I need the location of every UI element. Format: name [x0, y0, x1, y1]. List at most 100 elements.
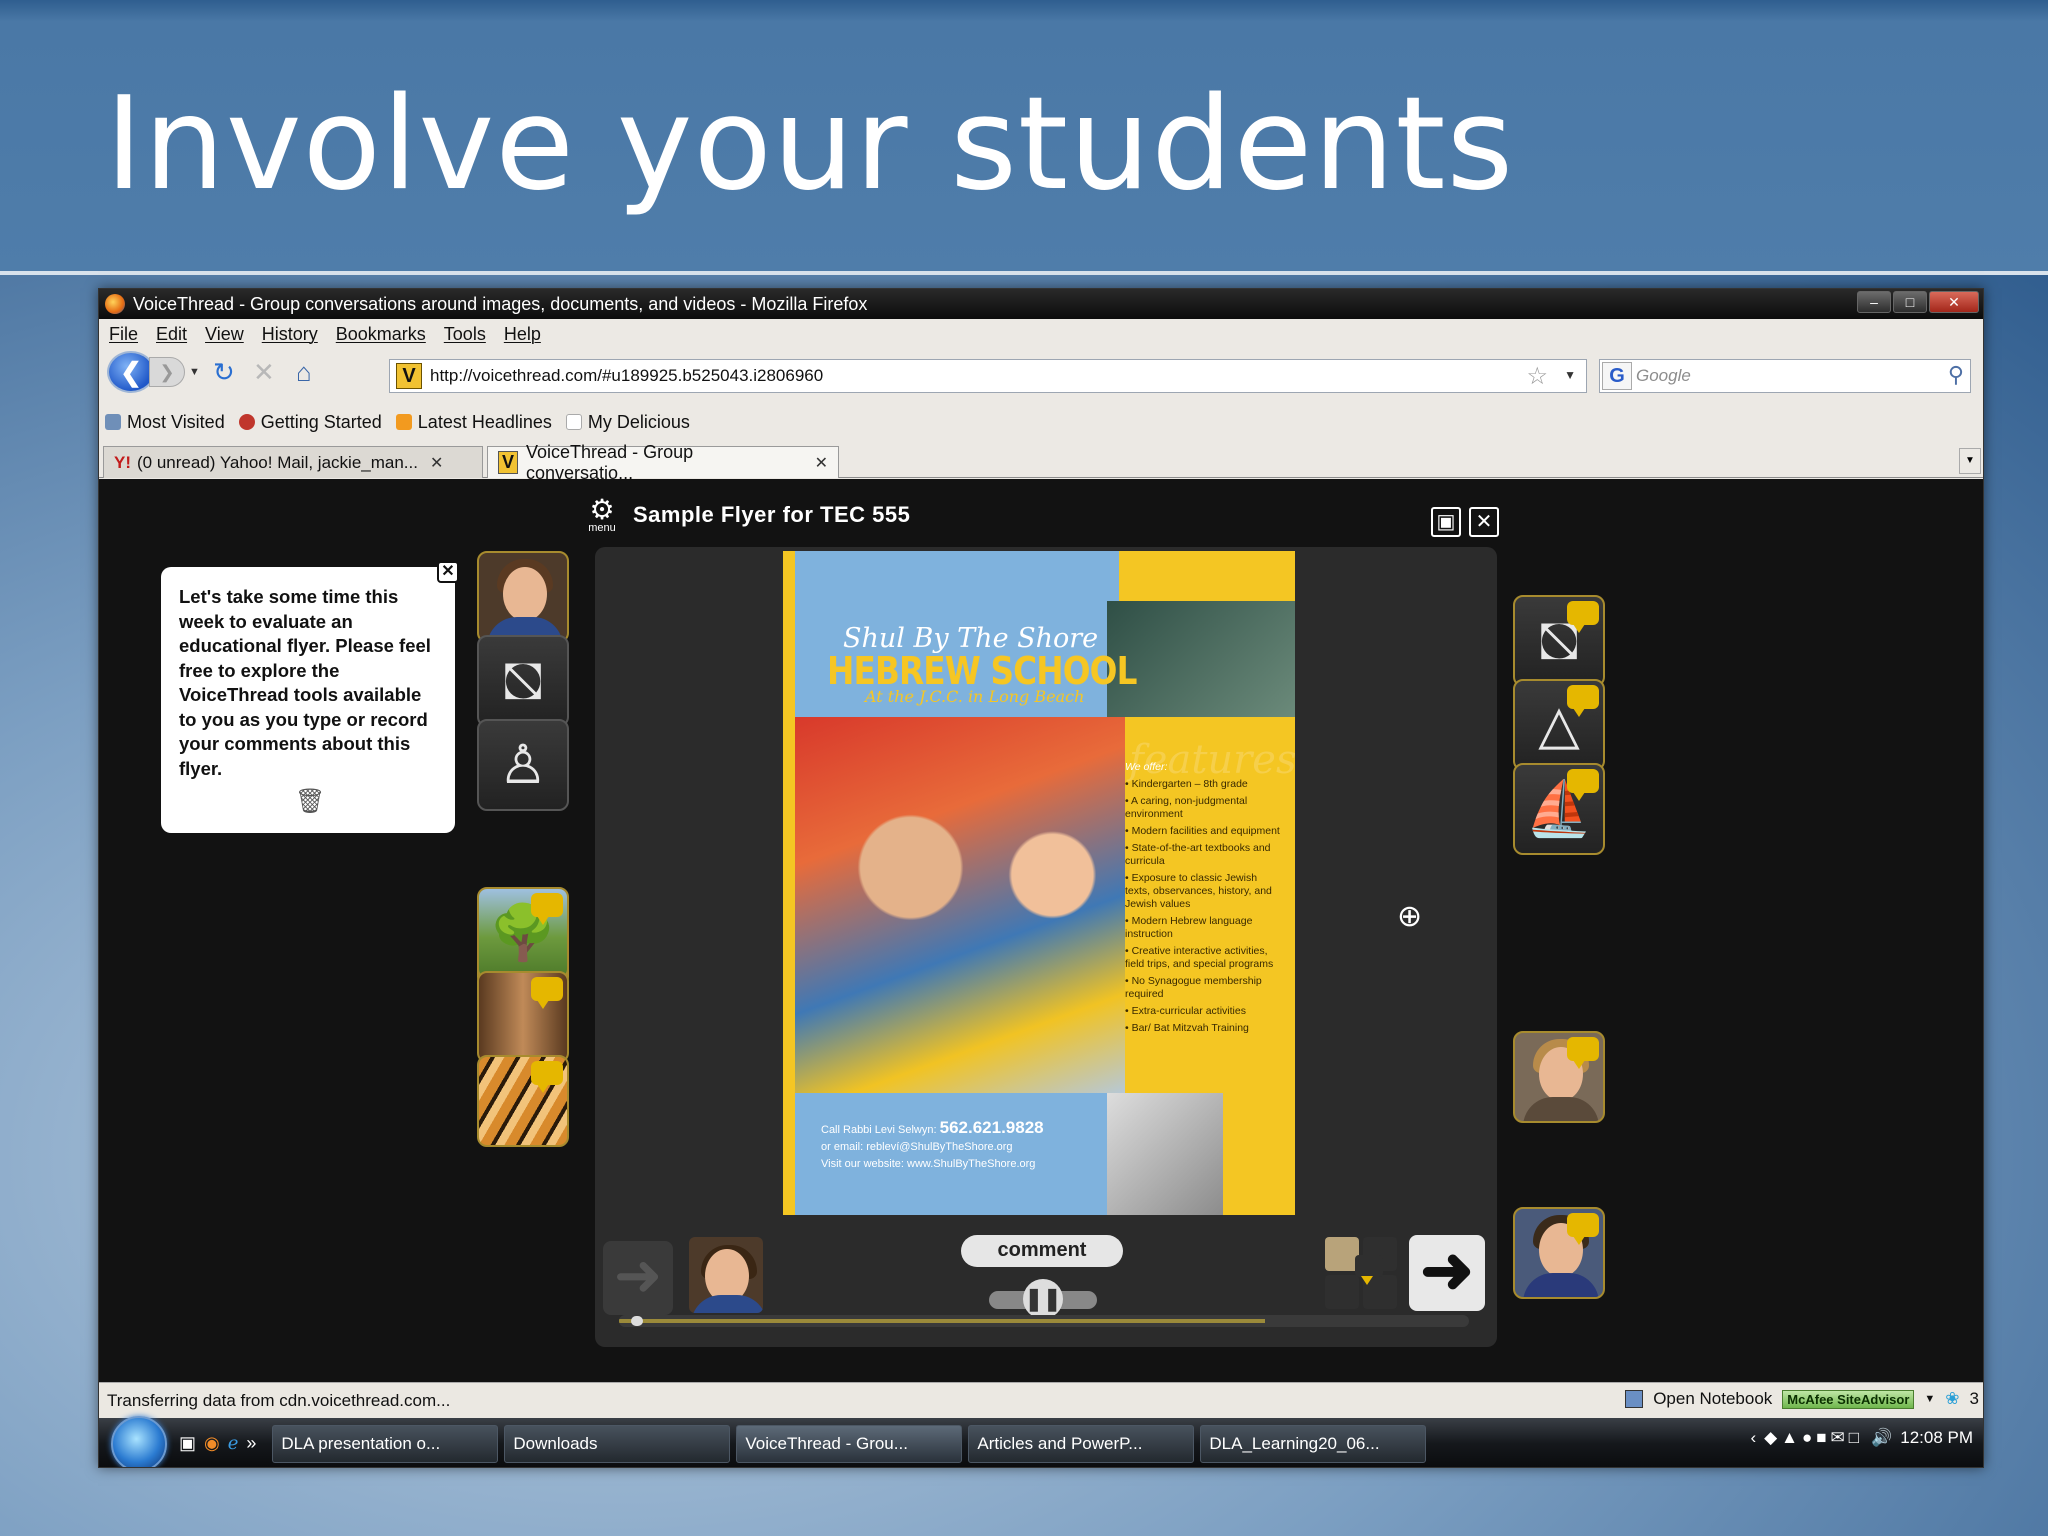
open-notebook-link[interactable]: Open Notebook — [1653, 1389, 1772, 1409]
menu-tools[interactable]: Tools — [444, 324, 486, 345]
start-button[interactable] — [111, 1415, 167, 1467]
current-commenter-avatar[interactable] — [689, 1237, 763, 1313]
comment-timeline[interactable] — [619, 1315, 1469, 1327]
avatar-right-thimble[interactable]: △ — [1513, 679, 1605, 771]
avatar-hat[interactable]: ⛞ — [477, 635, 569, 727]
flyer-phone: 562.621.9828 — [939, 1118, 1044, 1137]
taskbar-item[interactable]: Downloads — [504, 1424, 731, 1463]
taskbar-item[interactable]: DLA presentation o... — [272, 1424, 499, 1463]
voicethread-title: Sample Flyer for TEC 555 — [633, 502, 911, 527]
twitter-icon[interactable]: ❀ — [1945, 1389, 1959, 1409]
previous-slide-button[interactable]: ➜ — [603, 1241, 673, 1315]
menu-history[interactable]: History — [262, 324, 318, 345]
bookmark-star-icon[interactable]: ☆ — [1526, 362, 1548, 391]
search-bar[interactable]: G Google ⚲ — [1599, 359, 1971, 393]
menu-bookmarks[interactable]: Bookmarks — [336, 324, 426, 345]
forward-button[interactable]: ❯ — [149, 357, 185, 387]
bookmark-my-delicious[interactable]: My Delicious — [565, 412, 690, 433]
avatar-shirt — [1523, 1273, 1599, 1297]
volume-icon[interactable]: 🔊 — [1871, 1428, 1892, 1448]
mcafee-siteadvisor-button[interactable]: McAfee SiteAdvisor — [1782, 1389, 1915, 1409]
bookmark-getting-started[interactable]: Getting Started — [238, 412, 382, 433]
fullscreen-icon[interactable]: ▣ — [1431, 507, 1461, 537]
close-thread-icon[interactable]: ✕ — [1469, 507, 1499, 537]
flyer-photo-book — [1107, 1093, 1223, 1215]
thumbnail-grid[interactable] — [1325, 1237, 1397, 1311]
url-dropdown-icon[interactable]: ▼ — [1564, 368, 1576, 382]
avatar-tree[interactable]: 🌳 — [477, 887, 569, 979]
stop-icon[interactable]: ✕ — [248, 356, 280, 388]
window-controls: – □ ✕ — [1857, 291, 1979, 313]
firefox-icon[interactable]: ◉ — [204, 1433, 220, 1454]
search-input[interactable]: Google — [1636, 366, 1691, 386]
status-text: Transferring data from cdn.voicethread.c… — [107, 1390, 451, 1410]
close-tab-icon[interactable]: ✕ — [430, 453, 443, 473]
comment-button[interactable]: comment — [961, 1235, 1123, 1267]
thumbnail[interactable] — [1325, 1237, 1359, 1271]
tab-label: VoiceThread - Group conversatio... — [526, 441, 694, 483]
flyer-we-offer: We offer: — [1125, 761, 1168, 773]
menu-help[interactable]: Help — [504, 324, 541, 345]
more-chevron-icon[interactable]: » — [246, 1433, 256, 1454]
voicethread-icon: V — [498, 451, 519, 474]
url-bar[interactable]: V http://voicethread.com/#u189925.b52504… — [389, 359, 1587, 393]
avatar-corridor[interactable] — [477, 971, 569, 1063]
flyer-web-label: Visit our website: — [821, 1158, 904, 1170]
home-icon[interactable]: ⌂ — [288, 356, 320, 388]
minimize-button[interactable]: – — [1857, 291, 1891, 313]
show-desktop-icon[interactable]: ▣ — [179, 1433, 196, 1454]
close-comment-icon[interactable]: ✕ — [437, 561, 459, 583]
tab-voicethread[interactable]: V VoiceThread - Group conversatio... ✕ — [487, 442, 839, 483]
history-dropdown-icon[interactable]: ▼ — [189, 366, 200, 378]
window-titlebar: VoiceThread - Group conversations around… — [99, 289, 1983, 319]
close-window-button[interactable]: ✕ — [1929, 291, 1979, 313]
ie-icon[interactable]: ℯ — [228, 1433, 239, 1454]
pause-icon[interactable]: ❚❚ — [1023, 1279, 1063, 1319]
avatar-shirt — [1523, 1097, 1599, 1121]
flyer-image[interactable]: Shul By The Shore HEBREW SCHOOL At the J… — [783, 551, 1295, 1215]
avatar-right-commenter-1[interactable] — [1513, 1031, 1605, 1123]
comment-bubble-icon — [1567, 685, 1599, 717]
menu-edit[interactable]: Edit — [156, 324, 187, 345]
taskbar-item[interactable]: VoiceThread - Grou... — [736, 1424, 963, 1463]
bookmark-label: Most Visited — [127, 411, 225, 432]
tray-icons[interactable]: ◆▲●■✉□ — [1764, 1428, 1863, 1448]
bookmark-latest-headlines[interactable]: Latest Headlines — [395, 411, 552, 433]
clock[interactable]: 12:08 PM — [1900, 1428, 1973, 1448]
avatar-right-boat[interactable]: ⛵ — [1513, 763, 1605, 855]
thumbnail[interactable] — [1325, 1275, 1359, 1309]
avatar-pawn[interactable]: ♙ — [477, 719, 569, 811]
zoom-in-icon[interactable]: ⊕ — [1397, 899, 1422, 934]
avatar-tiger[interactable] — [477, 1055, 569, 1147]
tab-list-dropdown-icon[interactable]: ▼ — [1959, 448, 1981, 474]
taskbar-item[interactable]: Articles and PowerP... — [968, 1424, 1195, 1463]
maximize-button[interactable]: □ — [1893, 291, 1927, 313]
dropdown-icon[interactable]: ▼ — [1924, 1393, 1935, 1405]
voicethread-menu-button[interactable]: ⚙ menu — [585, 496, 619, 534]
flyer-contact-block: Call Rabbi Levi Selwyn: 562.621.9828 or … — [795, 1093, 1119, 1215]
avatar-right-commenter-2[interactable] — [1513, 1207, 1605, 1299]
back-button[interactable]: ❮ — [107, 351, 155, 393]
system-tray: ‹ ◆▲●■✉□ 🔊 12:08 PM — [1750, 1428, 1973, 1448]
menu-view[interactable]: View — [205, 324, 244, 345]
search-engine-icon[interactable]: G — [1602, 362, 1632, 390]
avatar-right-hat[interactable]: ⛞ — [1513, 595, 1605, 687]
taskbar-item[interactable]: DLA_Learning20_06... — [1200, 1424, 1427, 1463]
slide-title-band: Involve your students — [0, 0, 2048, 275]
flyer-item: • Kindergarten – 8th grade — [1125, 778, 1248, 790]
site-favicon: V — [396, 363, 422, 389]
menu-file[interactable]: File — [109, 324, 138, 345]
tab-yahoo-mail[interactable]: Y! (0 unread) Yahoo! Mail, jackie_man...… — [103, 446, 483, 478]
bookmark-label: Latest Headlines — [417, 411, 552, 432]
next-slide-button[interactable]: ➜ — [1409, 1235, 1485, 1311]
reload-icon[interactable]: ↻ — [208, 356, 240, 388]
bookmark-most-visited[interactable]: Most Visited — [105, 412, 225, 433]
close-tab-icon[interactable]: ✕ — [815, 453, 828, 473]
trash-icon[interactable]: 🗑 — [295, 787, 325, 816]
rss-icon — [395, 414, 412, 430]
avatar-commenter-1[interactable] — [477, 551, 569, 643]
timeline-knob[interactable] — [631, 1316, 643, 1326]
tray-expand-icon[interactable]: ‹ — [1750, 1428, 1756, 1448]
url-text[interactable]: http://voicethread.com/#u189925.b525043.… — [430, 366, 823, 386]
search-icon[interactable]: ⚲ — [1948, 362, 1964, 388]
